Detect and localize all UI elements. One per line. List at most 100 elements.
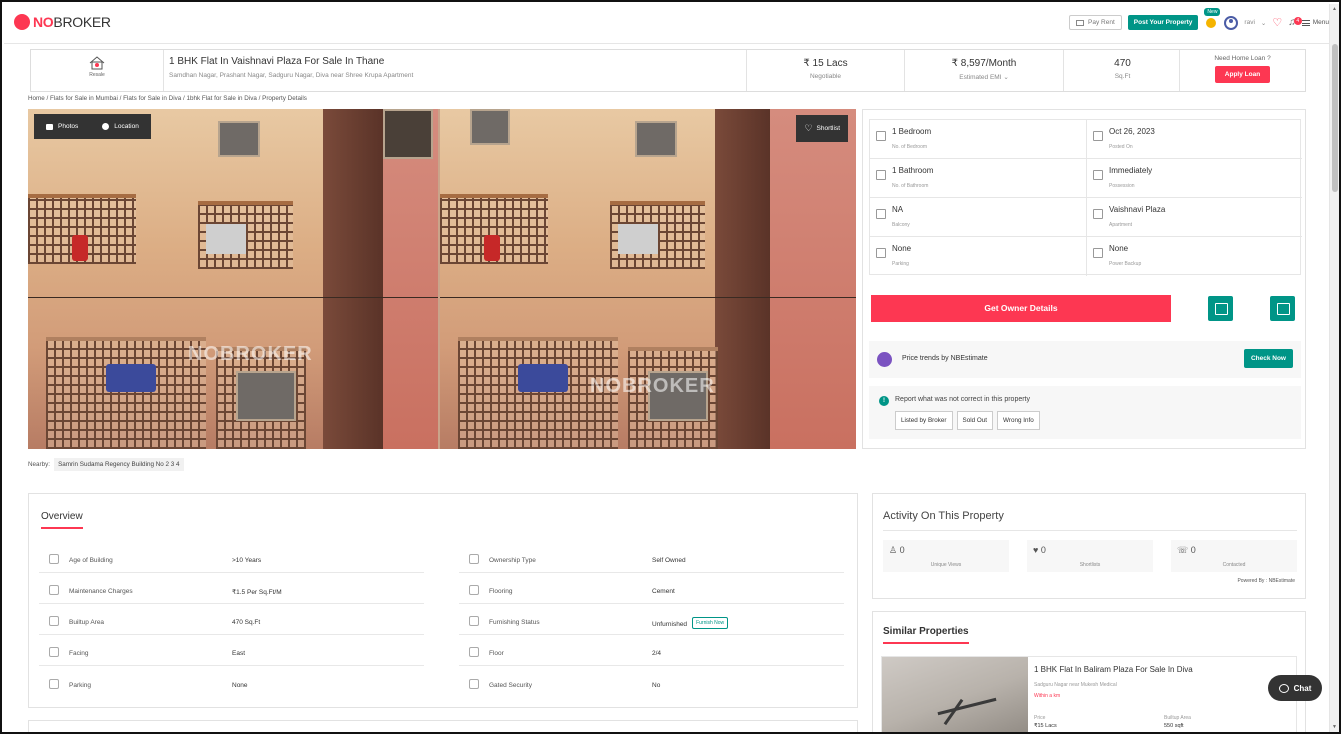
chat-button[interactable]: Chat [1268,675,1322,701]
builtup-area-icon [49,616,59,626]
overview-title: Overview [41,511,83,529]
flooring-icon [469,585,479,595]
page-scrollbar[interactable]: ▲ ▼ [1329,4,1339,732]
schedule-visit-calendar-icon[interactable] [1208,296,1233,321]
camera-icon [46,123,53,130]
key-icon [1093,170,1103,180]
detail-power-backup: None Power Backup [1086,237,1302,276]
price-column: ₹ 15 Lacs Negotiable [746,50,904,91]
pay-rent-button[interactable]: Pay Rent [1069,15,1122,30]
shortlists-stat: ♥ 0 Shortlists [1027,540,1153,572]
logo-icon [14,14,30,30]
emi-column[interactable]: ₹ 8,597/Month Estimated EMI ⌄ [904,50,1063,91]
similar-properties-section: Similar Properties 1 BHK Flat In Baliram… [872,611,1306,732]
balcony-icon [876,209,886,219]
building-icon [1093,209,1103,219]
detail-apartment: Vaishnavi Plaza Apartment [1086,198,1302,237]
overview-row: Parking None [39,672,424,698]
listed-by-broker-button[interactable]: Listed by Broker [895,411,953,430]
watermark: NOBROKER [188,343,313,365]
photos-button[interactable]: Photos [34,114,91,139]
shortlist-heart-icon[interactable]: ♡ [1272,16,1282,29]
location-button[interactable]: Location [90,114,151,139]
check-now-button[interactable]: Check Now [1243,349,1293,368]
furnish-now-button[interactable]: Furnish Now [692,617,729,629]
detail-balcony: NA Balcony [870,198,1086,237]
bed-icon [876,131,886,141]
home-loan-section: Need Home Loan ? Apply Loan [1179,50,1305,91]
detail-possession: Immediately Possession [1086,159,1302,198]
heart-icon: ♡ [804,123,813,133]
battery-icon [1093,248,1103,258]
overview-row: Age of Building >10 Years [39,547,424,573]
overview-row: Maintenance Charges ₹1.5 Per Sq.Ft/M [39,578,424,604]
property-address: Samdhan Nagar, Prashant Nagar, Sadguru N… [169,72,414,79]
chevron-down-icon: ⌄ [1003,74,1009,81]
similar-title: Similar Properties [883,626,969,644]
sold-out-button[interactable]: Sold Out [956,411,994,430]
property-details-panel: 1 Bedroom No. of Bedroom Oct 26, 2023 Post… [862,109,1306,449]
overview-row: Flooring Cement [459,578,844,604]
watermark: NOBROKER [590,375,715,397]
nearby-tag[interactable]: Samrin Sudama Regency Building No 2 3 4 [54,458,184,471]
activity-section: Activity On This Property ♙ 0 Unique View… [872,493,1306,599]
hamburger-icon [1301,19,1310,26]
property-photo-1[interactable]: NOBROKER [28,109,438,449]
detail-bathroom: 1 Bathroom No. of Bathroom [870,159,1086,198]
car-icon [876,248,886,258]
floor-icon [469,647,479,657]
breadcrumb[interactable]: Home / Flats for Sale in Mumbai / Flats … [28,95,307,102]
furnishing-icon [469,616,479,626]
overview-row: Gated Security No [459,672,844,698]
overview-row: Floor 2/4 [459,640,844,666]
chevron-down-icon[interactable]: ⌄ [1261,19,1266,27]
unique-views-stat: ♙ 0 Unique Views [883,540,1009,572]
scroll-up-icon[interactable]: ▲ [1332,6,1337,12]
property-header: Resale 1 BHK Flat In Vaishnavi Plaza For… [30,49,1306,92]
property-title: 1 BHK Flat In Vaishnavi Plaza For Sale I… [169,56,385,67]
user-name[interactable]: ravi [1244,19,1254,26]
nobroker-logo[interactable]: NOBROKER [14,14,111,30]
detail-posted-on: Oct 26, 2023 Posted On [1086,120,1302,159]
post-property-button[interactable]: Post Your Property [1127,15,1199,30]
ownership-icon [469,554,479,564]
calendar-icon [1093,131,1103,141]
similar-property-title[interactable]: 1 BHK Flat In Baliram Plaza For Sale In … [1034,665,1193,674]
security-guard-icon [469,679,479,689]
bath-icon [876,170,886,180]
next-section-card [28,720,858,732]
building-age-icon [49,554,59,564]
activity-title: Activity On This Property [883,510,1004,522]
heart-icon: ♥ [1033,545,1039,555]
get-owner-details-button[interactable]: Get Owner Details [871,295,1171,322]
message-chat-icon[interactable] [1270,296,1295,321]
nbestimate-icon [877,352,892,367]
photo-gallery[interactable]: NOBROKER NOBROKER Photos Location ♡ Short… [28,109,856,449]
similar-property-card[interactable]: 1 BHK Flat In Baliram Plaza For Sale In … [881,656,1297,732]
top-navbar: NOBROKER Pay Rent Post Your Property New… [4,4,1339,44]
chat-bubble-icon [1278,683,1289,693]
scrollbar-thumb[interactable] [1332,44,1338,192]
property-photo-2[interactable]: NOBROKER [440,109,856,449]
user-avatar-icon[interactable] [1224,15,1239,30]
info-icon: ! [879,396,889,406]
overview-row: Ownership Type Self Owned [459,547,844,573]
notification-bell-icon[interactable]: ♫ 4 [1288,17,1302,28]
scroll-down-icon[interactable]: ▼ [1332,724,1337,730]
person-icon: ♙ [889,545,898,555]
menu-button[interactable]: Menu [1301,19,1329,26]
compass-icon [49,647,59,657]
shortlist-button[interactable]: ♡ Shortlist [796,115,848,142]
powered-by-label: Powered By : NBEstimate [1237,578,1295,584]
overview-section: Overview Age of Building >10 Years Owners… [28,493,858,708]
wrong-info-button[interactable]: Wrong Info [997,411,1040,430]
overview-row: Furnishing Status Unfurnished Furnish Now [459,609,844,635]
apply-loan-button[interactable]: Apply Loan [1214,66,1271,83]
price-trends-section: Price trends by NBEstimate Check Now [869,341,1301,378]
report-section: ! Report what was not correct in this pr… [869,386,1301,439]
car-icon [49,679,59,689]
detail-bedroom: 1 Bedroom No. of Bedroom [870,120,1086,159]
overview-row: Facing East [39,640,424,666]
new-feature-icon[interactable]: New [1204,7,1221,30]
similar-property-photo[interactable] [882,657,1028,732]
